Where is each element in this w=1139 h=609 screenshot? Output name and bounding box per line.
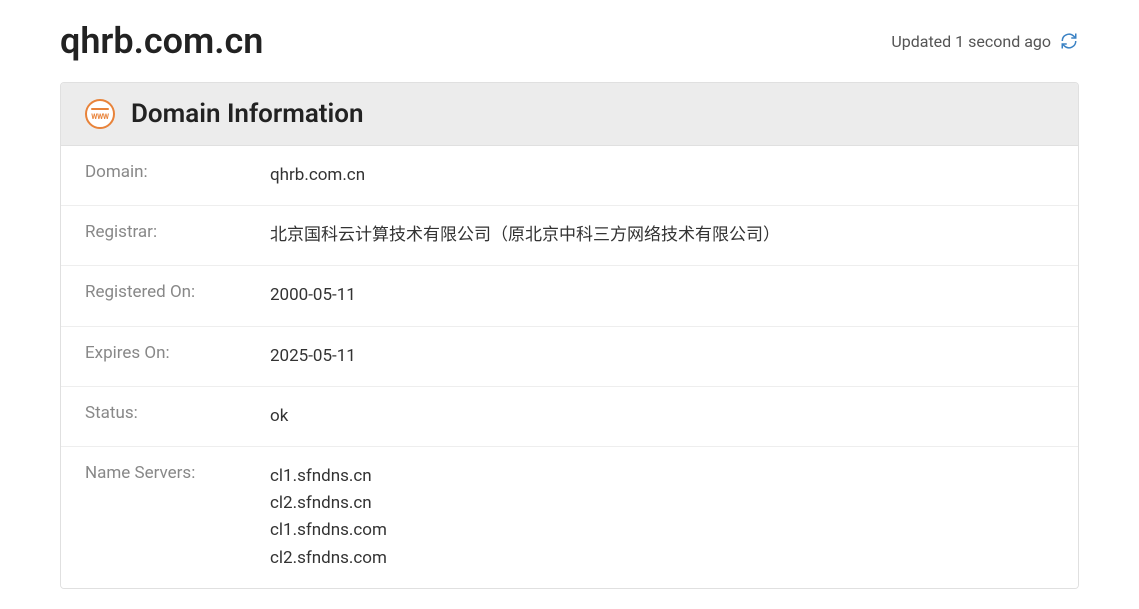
updated-status: Updated 1 second ago (891, 31, 1079, 51)
row-name-servers: Name Servers: cl1.sfndns.cn cl2.sfndns.c… (61, 447, 1078, 588)
refresh-icon[interactable] (1059, 31, 1079, 51)
ns-entry: cl2.sfndns.com (270, 545, 387, 572)
label-expires-on: Expires On: (85, 343, 270, 370)
domain-info-panel: WWW Domain Information Domain: qhrb.com.… (60, 82, 1079, 589)
label-name-servers: Name Servers: (85, 463, 270, 572)
row-status: Status: ok (61, 387, 1078, 447)
row-expires-on: Expires On: 2025-05-11 (61, 327, 1078, 387)
ns-entry: cl2.sfndns.cn (270, 490, 387, 517)
label-registered-on: Registered On: (85, 282, 270, 309)
label-status: Status: (85, 403, 270, 430)
label-domain: Domain: (85, 162, 270, 189)
info-list: Domain: qhrb.com.cn Registrar: 北京国科云计算技术… (61, 146, 1078, 588)
value-registered-on: 2000-05-11 (270, 282, 356, 309)
row-domain: Domain: qhrb.com.cn (61, 146, 1078, 206)
value-expires-on: 2025-05-11 (270, 343, 356, 370)
page-title: qhrb.com.cn (60, 20, 263, 62)
panel-header: WWW Domain Information (61, 83, 1078, 146)
value-status: ok (270, 403, 288, 430)
value-name-servers: cl1.sfndns.cn cl2.sfndns.cn cl1.sfndns.c… (270, 463, 387, 572)
row-registered-on: Registered On: 2000-05-11 (61, 266, 1078, 326)
value-domain: qhrb.com.cn (270, 162, 365, 189)
header-row: qhrb.com.cn Updated 1 second ago (60, 20, 1079, 62)
ns-entry: cl1.sfndns.cn (270, 463, 387, 490)
www-icon: WWW (85, 99, 115, 129)
updated-text: Updated 1 second ago (891, 32, 1051, 51)
value-registrar: 北京国科云计算技术有限公司（原北京中科三方网络技术有限公司） (270, 222, 780, 249)
label-registrar: Registrar: (85, 222, 270, 249)
ns-entry: cl1.sfndns.com (270, 517, 387, 544)
row-registrar: Registrar: 北京国科云计算技术有限公司（原北京中科三方网络技术有限公司… (61, 206, 1078, 266)
panel-title: Domain Information (131, 99, 364, 129)
